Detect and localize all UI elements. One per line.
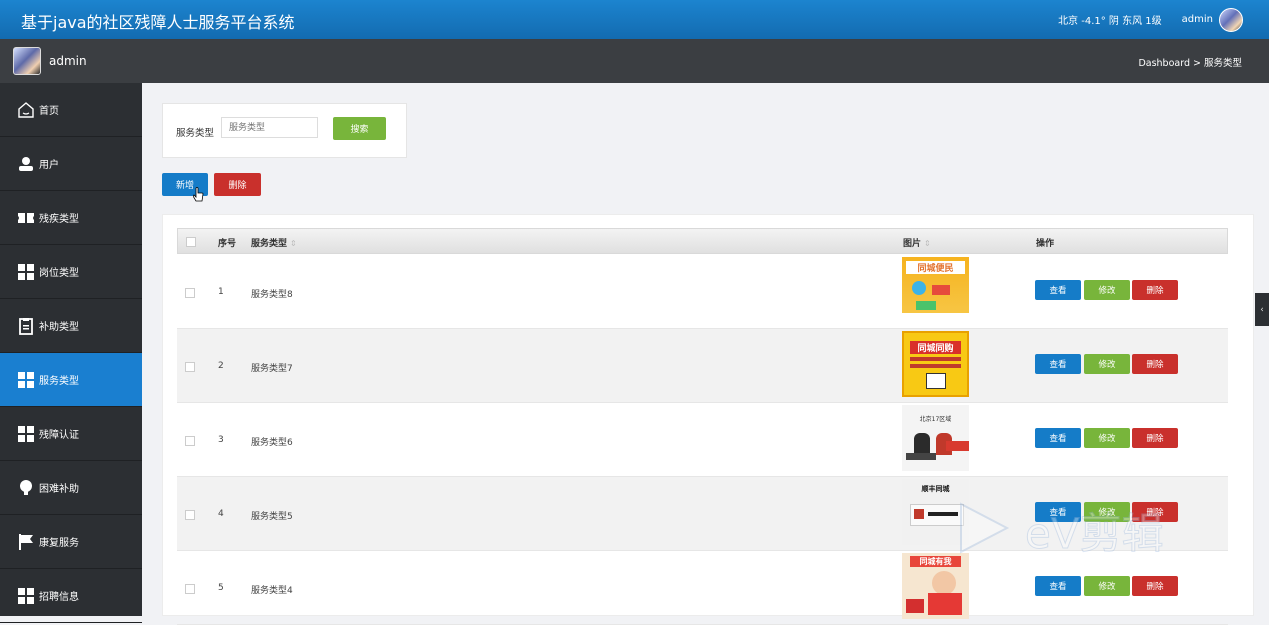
row-index: 1 (218, 287, 224, 297)
view-button[interactable]: 查看 (1035, 280, 1081, 300)
header-username[interactable]: admin (1182, 14, 1213, 25)
search-button[interactable]: 搜索 (333, 117, 386, 140)
header-right: 北京 -4.1° 阴 东风 1级 admin (1058, 0, 1243, 39)
row-checkbox[interactable] (185, 362, 195, 372)
sidebar-item-user[interactable]: 用户 (0, 137, 142, 191)
search-panel: 服务类型 搜索 (162, 103, 407, 158)
row-name: 服务类型8 (251, 290, 293, 300)
edit-button[interactable]: 修改 (1084, 354, 1130, 374)
table-row: 3 服务类型6 北京17区域 查看 修改 删除 (177, 403, 1228, 477)
sidebar-item-label: 康复服务 (39, 538, 79, 549)
edit-button[interactable]: 修改 (1084, 428, 1130, 448)
search-input[interactable] (221, 117, 318, 138)
sub-header: admin Dashboard > 服务类型 (0, 39, 1269, 83)
row-index: 3 (218, 435, 224, 445)
sidebar-item-hardship-subsidy[interactable]: 困难补助 (0, 461, 142, 515)
sidebar-item-label: 残障认证 (39, 430, 79, 441)
view-button[interactable]: 查看 (1035, 354, 1081, 374)
sidebar-item-label: 招聘信息 (39, 592, 79, 603)
row-checkbox[interactable] (185, 510, 195, 520)
grid-icon (17, 425, 35, 443)
batch-delete-button[interactable]: 删除 (214, 173, 261, 196)
sidebar-item-label: 用户 (39, 160, 59, 171)
sidebar-item-label: 补助类型 (39, 322, 79, 333)
watermark: eV剪辑 (955, 496, 1200, 570)
user-brand: admin (13, 47, 87, 75)
sidebar: 首页 用户 残疾类型 岗位类型 补助类型 服务类型 残障认证 困难补助 康复服务… (0, 83, 142, 623)
row-name: 服务类型6 (251, 438, 293, 448)
sidebar-item-subsidy-type[interactable]: 补助类型 (0, 299, 142, 353)
delete-button[interactable]: 删除 (1132, 428, 1178, 448)
col-index: 序号 (218, 239, 237, 249)
search-label: 服务类型 (176, 128, 215, 139)
grid-icon (17, 263, 35, 281)
delete-button[interactable]: 删除 (1132, 354, 1178, 374)
top-header: 基于java的社区残障人士服务平台系统 北京 -4.1° 阴 东风 1级 adm… (0, 0, 1269, 39)
user-icon (17, 155, 35, 173)
header-avatar[interactable] (1219, 7, 1243, 32)
select-all-checkbox[interactable] (186, 237, 196, 247)
row-checkbox[interactable] (185, 288, 195, 298)
col-ops: 操作 (1036, 239, 1055, 249)
row-index: 4 (218, 509, 224, 519)
row-index: 5 (218, 583, 224, 593)
grid-icon (17, 587, 35, 605)
sidebar-item-label: 残疾类型 (39, 214, 79, 225)
sidebar-item-certification[interactable]: 残障认证 (0, 407, 142, 461)
view-button[interactable]: 查看 (1035, 576, 1081, 596)
row-thumbnail: 北京17区域 (902, 405, 969, 471)
avatar[interactable] (13, 47, 41, 75)
sidebar-item-recruitment[interactable]: 招聘信息 (0, 569, 142, 623)
breadcrumb: Dashboard > 服务类型 (1138, 58, 1242, 69)
sidebar-item-label: 岗位类型 (39, 268, 79, 279)
sidebar-item-label: 服务类型 (39, 376, 79, 387)
delete-button[interactable]: 删除 (1132, 576, 1178, 596)
bulb-icon (17, 479, 35, 497)
table-row: 1 服务类型8 同城便民 查看 修改 删除 (177, 255, 1228, 329)
row-name: 服务类型5 (251, 512, 293, 522)
sidebar-item-disability-type[interactable]: 残疾类型 (0, 191, 142, 245)
collapse-tab[interactable]: ‹ (1255, 293, 1269, 326)
edit-button[interactable]: 修改 (1084, 280, 1130, 300)
sidebar-username: admin (49, 54, 87, 68)
sidebar-item-job-type[interactable]: 岗位类型 (0, 245, 142, 299)
row-index: 2 (218, 361, 224, 371)
row-thumbnail: 同城便民 (902, 257, 969, 323)
flag-icon (17, 533, 35, 551)
ticket-icon (17, 209, 35, 227)
row-thumbnail: 同城同购 (902, 331, 969, 397)
row-name: 服务类型4 (251, 586, 293, 596)
sidebar-item-service-type[interactable]: 服务类型 (0, 353, 142, 407)
clipboard-icon (17, 317, 35, 335)
delete-button[interactable]: 删除 (1132, 280, 1178, 300)
watermark-text: eV剪辑 (1025, 509, 1164, 558)
view-button[interactable]: 查看 (1035, 428, 1081, 448)
sidebar-item-label: 首页 (39, 106, 59, 117)
col-image[interactable]: 图片 ⇕ (903, 236, 931, 249)
row-name: 服务类型7 (251, 364, 293, 374)
sidebar-item-rehab-service[interactable]: 康复服务 (0, 515, 142, 569)
home-icon (17, 101, 35, 119)
play-icon (960, 502, 1010, 554)
sort-icon[interactable]: ⇕ (924, 239, 931, 248)
row-checkbox[interactable] (185, 584, 195, 594)
weather-info: 北京 -4.1° 阴 东风 1级 (1058, 16, 1162, 27)
sidebar-item-home[interactable]: 首页 (0, 83, 142, 137)
row-checkbox[interactable] (185, 436, 195, 446)
edit-button[interactable]: 修改 (1084, 576, 1130, 596)
sort-icon[interactable]: ⇕ (290, 239, 297, 248)
cursor-icon (193, 187, 204, 202)
col-name[interactable]: 服务类型 ⇕ (251, 236, 297, 249)
app-title: 基于java的社区残障人士服务平台系统 (21, 13, 295, 32)
chevron-left-icon: ‹ (1260, 304, 1264, 315)
grid-icon (17, 371, 35, 389)
table-header: 序号 服务类型 ⇕ 图片 ⇕ 操作 (177, 228, 1228, 254)
sidebar-item-label: 困难补助 (39, 484, 79, 495)
table-row: 2 服务类型7 同城同购 查看 修改 删除 (177, 329, 1228, 403)
